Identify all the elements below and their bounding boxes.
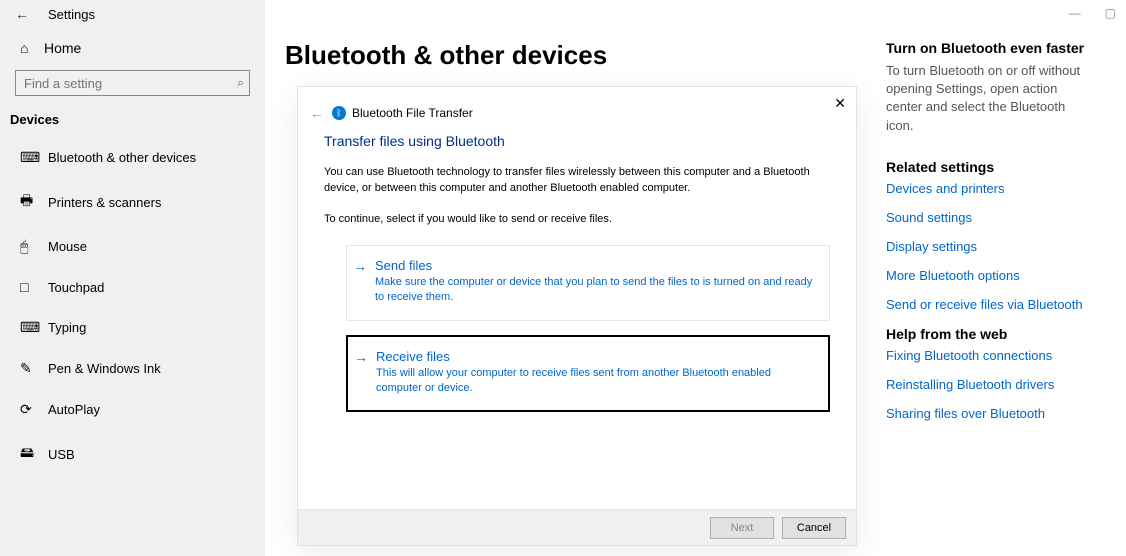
wizard-header: ← ᛒ Bluetooth File Transfer [298,87,856,129]
option-title: Send files [375,258,815,273]
search-input[interactable] [15,70,250,96]
bluetooth-icon: ⌨ [20,149,48,166]
bluetooth-icon: ᛒ [332,106,346,120]
sidebar-item-label: Mouse [48,239,87,254]
next-button[interactable]: Next [710,517,774,539]
page-title: Bluetooth & other devices [285,40,846,71]
sidebar-item-label: AutoPlay [48,402,100,417]
sidebar-item-label: Pen & Windows Ink [48,361,161,376]
link-sharing-files[interactable]: Sharing files over Bluetooth [886,406,1096,421]
option-title: Receive files [376,349,814,364]
sidebar-item-label: USB [48,447,75,462]
sidebar: ← Settings ⌂ Home ⌕ Devices ⌨ Bluetooth … [0,0,265,556]
sidebar-item-printers[interactable]: 🖶 Printers & scanners [0,178,265,226]
search-box: ⌕ [15,70,250,96]
right-column: Turn on Bluetooth even faster To turn Bl… [886,40,1096,556]
sidebar-item-home[interactable]: ⌂ Home [0,32,265,64]
back-icon[interactable]: ← [15,6,33,22]
section-caption-devices: Devices [0,108,265,137]
search-icon: ⌕ [237,76,244,91]
wizard-footer: Next Cancel [298,509,856,545]
help-links: Fixing Bluetooth connections Reinstallin… [886,348,1096,421]
wizard-heading: Transfer files using Bluetooth [324,133,830,149]
sidebar-item-usb[interactable]: 🖴 USB [0,430,265,478]
sidebar-item-label: Printers & scanners [48,195,161,210]
home-label: Home [44,40,81,56]
link-sound-settings[interactable]: Sound settings [886,210,1096,225]
keyboard-icon: ⌨ [20,319,48,336]
bluetooth-wizard: ✕ ← ᛒ Bluetooth File Transfer Transfer f… [297,86,857,546]
wizard-intro: You can use Bluetooth technology to tran… [324,165,830,197]
link-devices-printers[interactable]: Devices and printers [886,181,1096,196]
tip-text: To turn Bluetooth on or off without open… [886,62,1096,135]
tip-heading: Turn on Bluetooth even faster [886,40,1096,56]
mouse-icon: 🖱 [20,238,48,255]
link-send-receive[interactable]: Send or receive files via Bluetooth [886,297,1096,312]
sidebar-item-typing[interactable]: ⌨ Typing [0,307,265,348]
home-icon: ⌂ [20,40,44,56]
sidebar-item-label: Bluetooth & other devices [48,150,196,165]
option-receive-files[interactable]: → Receive files This will allow your com… [346,335,830,413]
sidebar-item-autoplay[interactable]: ⟳ AutoPlay [0,389,265,430]
printer-icon: 🖶 [20,190,48,214]
nav-list: ⌨ Bluetooth & other devices 🖶 Printers &… [0,137,265,478]
wizard-title: Bluetooth File Transfer [352,106,473,120]
sidebar-item-pen[interactable]: ✎ Pen & Windows Ink [0,348,265,389]
link-more-bluetooth[interactable]: More Bluetooth options [886,268,1096,283]
arrow-right-icon: → [354,349,368,365]
option-send-files[interactable]: → Send files Make sure the computer or d… [346,245,830,321]
sidebar-header: ← Settings [0,0,265,32]
related-heading: Related settings [886,159,1096,175]
sidebar-item-bluetooth[interactable]: ⌨ Bluetooth & other devices [0,137,265,178]
link-fixing-bluetooth[interactable]: Fixing Bluetooth connections [886,348,1096,363]
option-desc: Make sure the computer or device that yo… [375,275,815,306]
arrow-right-icon: → [353,258,367,274]
link-display-settings[interactable]: Display settings [886,239,1096,254]
option-desc: This will allow your computer to receive… [376,366,814,397]
sidebar-item-label: Touchpad [48,280,104,295]
related-links: Devices and printers Sound settings Disp… [886,181,1096,312]
touchpad-icon: □ [20,279,48,295]
usb-icon: 🖴 [20,442,48,466]
autoplay-icon: ⟳ [20,401,48,418]
wizard-continue: To continue, select if you would like to… [324,213,830,225]
sidebar-item-mouse[interactable]: 🖱 Mouse [0,226,265,267]
window-title: Settings [48,7,95,22]
link-reinstalling-drivers[interactable]: Reinstalling Bluetooth drivers [886,377,1096,392]
close-icon[interactable]: ✕ [834,95,846,112]
help-heading: Help from the web [886,326,1096,342]
wizard-back-icon[interactable]: ← [310,105,324,121]
sidebar-item-label: Typing [48,320,86,335]
pen-icon: ✎ [20,360,48,377]
sidebar-item-touchpad[interactable]: □ Touchpad [0,267,265,307]
cancel-button[interactable]: Cancel [782,517,846,539]
wizard-body: Transfer files using Bluetooth You can u… [298,129,856,412]
